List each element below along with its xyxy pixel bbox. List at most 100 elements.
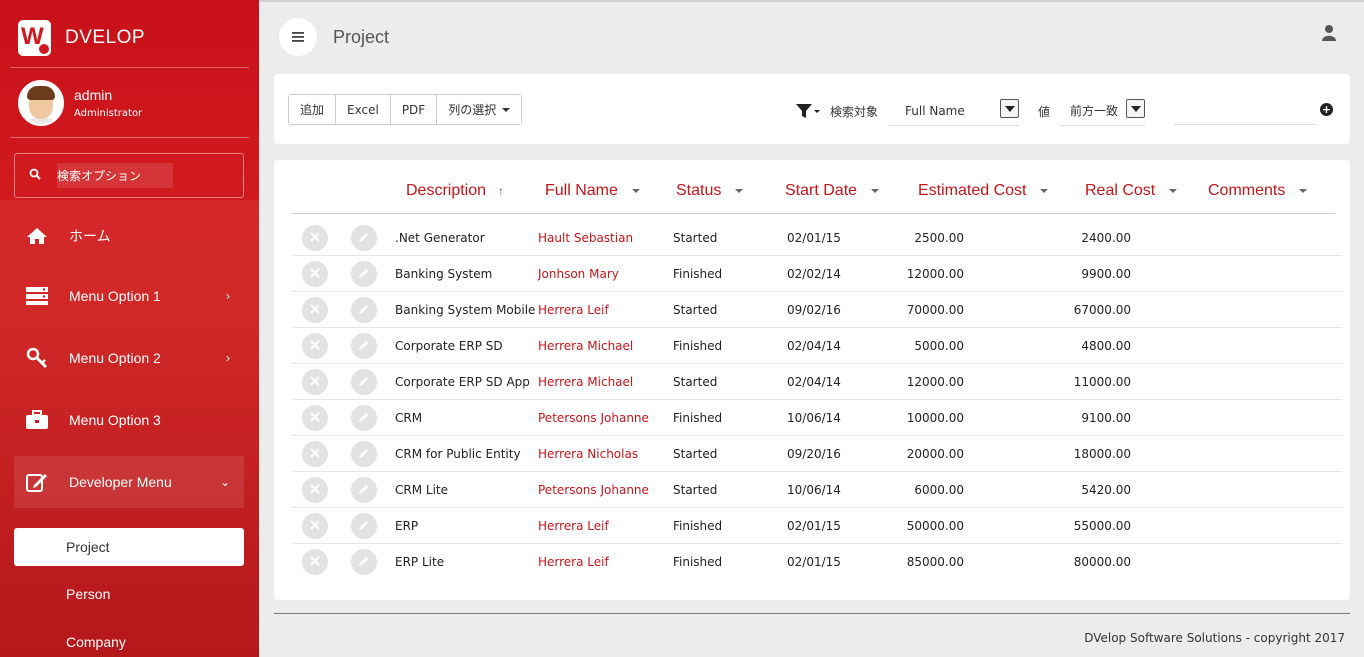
- cell-status: Finished: [673, 267, 723, 281]
- cell-full-name[interactable]: Herrera Nicholas: [538, 447, 638, 461]
- table-row[interactable]: ERP Lite Herrera Leif Finished 02/01/15 8500…: [291, 544, 1342, 580]
- cell-description: Banking System Mobile: [395, 303, 536, 317]
- edit-row-button[interactable]: [351, 549, 377, 575]
- delete-row-button[interactable]: [302, 441, 328, 467]
- sidebar-search-input[interactable]: 検索オプション: [14, 153, 244, 198]
- delete-row-button[interactable]: [302, 513, 328, 539]
- column-header-status[interactable]: Status: [676, 182, 744, 200]
- user-profile[interactable]: admin Administrator: [18, 80, 142, 126]
- sidebar-item-menu-option-3[interactable]: Menu Option 3: [14, 394, 244, 446]
- search-field-select[interactable]: Full Name: [889, 96, 1020, 126]
- column-select-button[interactable]: 列の選択: [437, 95, 522, 124]
- search-target-label: 検索対象: [830, 104, 879, 119]
- table-row[interactable]: Banking System Jonhson Mary Finished 02/02/…: [291, 256, 1342, 292]
- cell-full-name[interactable]: Herrera Leif: [538, 555, 609, 569]
- cell-description: CRM: [395, 411, 423, 425]
- column-header-real-cost[interactable]: Real Cost: [1085, 182, 1178, 200]
- cell-full-name[interactable]: Herrera Michael: [538, 375, 633, 389]
- edit-row-button[interactable]: [351, 477, 377, 503]
- column-header-full-name[interactable]: Full Name: [545, 182, 640, 200]
- edit-row-button[interactable]: [351, 225, 377, 251]
- delete-row-button[interactable]: [302, 261, 328, 287]
- add-filter-icon[interactable]: +: [1320, 103, 1333, 116]
- close-icon: [309, 339, 321, 354]
- filter-icon[interactable]: [796, 103, 820, 119]
- edit-row-button[interactable]: [351, 441, 377, 467]
- edit-row-button[interactable]: [351, 369, 377, 395]
- sidebar-subitem-project[interactable]: Project: [14, 528, 244, 566]
- pencil-icon: [358, 483, 370, 498]
- column-header-estimated-cost[interactable]: Estimated Cost: [918, 182, 1049, 200]
- close-icon: [309, 411, 321, 426]
- key-icon: [24, 347, 50, 369]
- dropdown-icon: [871, 189, 880, 193]
- sidebar-item-home[interactable]: ホーム: [14, 210, 244, 262]
- table-row[interactable]: Corporate ERP SD Herrera Michael Finished 0…: [291, 328, 1342, 364]
- cell-full-name[interactable]: Herrera Leif: [538, 303, 609, 317]
- delete-row-button[interactable]: [302, 225, 328, 251]
- avatar: [18, 80, 64, 126]
- column-header-comments[interactable]: Comments: [1208, 182, 1308, 200]
- pdf-button[interactable]: PDF: [390, 95, 438, 124]
- cell-real-cost: 9900.00: [1081, 267, 1131, 281]
- cell-description: .Net Generator: [395, 231, 485, 245]
- sidebar-item-menu-option-2[interactable]: Menu Option 2 ›: [14, 332, 244, 384]
- sidebar-subitem-person[interactable]: Person: [14, 575, 244, 613]
- cell-full-name[interactable]: Herrera Leif: [538, 519, 609, 533]
- user-role: Administrator: [74, 108, 143, 119]
- cell-full-name[interactable]: Jonhson Mary: [538, 267, 619, 281]
- edit-row-button[interactable]: [351, 513, 377, 539]
- action-button-group: 追加 Excel PDF 列の選択: [288, 94, 523, 125]
- delete-row-button[interactable]: [302, 369, 328, 395]
- table-row[interactable]: CRM Lite Petersons Johanne Started 10/06/14…: [291, 472, 1342, 508]
- cell-status: Started: [673, 447, 718, 461]
- chevron-down-icon: ⌄: [219, 475, 230, 489]
- sidebar-subitem-company[interactable]: Company: [14, 623, 244, 657]
- pencil-icon: [358, 519, 370, 534]
- cell-start-date: 02/01/15: [787, 519, 841, 533]
- table-row[interactable]: Banking System Mobile Herrera Leif Started…: [291, 292, 1342, 328]
- pencil-icon: [358, 375, 370, 390]
- cell-estimated-cost: 20000.00: [906, 447, 964, 461]
- brand[interactable]: W DVELOP: [18, 20, 145, 56]
- edit-row-button[interactable]: [351, 405, 377, 431]
- dropdown-icon: [1040, 189, 1049, 193]
- cell-status: Finished: [673, 555, 723, 569]
- pencil-icon: [358, 231, 370, 246]
- excel-button[interactable]: Excel: [336, 95, 391, 124]
- delete-row-button[interactable]: [302, 333, 328, 359]
- table-row[interactable]: CRM for Public Entity Herrera Nicholas Sta…: [291, 436, 1342, 472]
- column-header-start-date[interactable]: Start Date: [785, 182, 880, 200]
- cell-full-name[interactable]: Petersons Johanne: [538, 483, 649, 497]
- edit-row-button[interactable]: [351, 333, 377, 359]
- menu-toggle-button[interactable]: [279, 18, 317, 56]
- column-header-description[interactable]: Description ↑: [406, 182, 504, 200]
- cell-full-name[interactable]: Hault Sebastian: [538, 231, 633, 245]
- table-row[interactable]: CRM Petersons Johanne Finished 10/06/14 1000…: [291, 400, 1342, 436]
- cell-full-name[interactable]: Herrera Michael: [538, 339, 633, 353]
- table-row[interactable]: ERP Herrera Leif Finished 02/01/15 50000.00 5…: [291, 508, 1342, 544]
- close-icon: [309, 267, 321, 282]
- edit-row-button[interactable]: [351, 297, 377, 323]
- divider: [10, 67, 249, 68]
- sidebar-item-menu-option-1[interactable]: Menu Option 1 ›: [14, 270, 244, 322]
- dropdown-icon: [631, 189, 640, 193]
- cell-description: CRM for Public Entity: [395, 447, 521, 461]
- user-menu-icon[interactable]: [1322, 24, 1336, 45]
- sidebar-item-developer-menu[interactable]: Developer Menu ⌄: [14, 456, 244, 508]
- add-button[interactable]: 追加: [289, 95, 337, 124]
- edit-row-button[interactable]: [351, 261, 377, 287]
- delete-row-button[interactable]: [302, 297, 328, 323]
- pencil-icon: [358, 339, 370, 354]
- match-mode-select[interactable]: 前方一致: [1059, 96, 1146, 126]
- table-row[interactable]: .Net Generator Hault Sebastian Started 02/0…: [291, 220, 1342, 256]
- filter-value-input[interactable]: [1174, 101, 1316, 125]
- table-row[interactable]: Corporate ERP SD App Herrera Michael Start…: [291, 364, 1342, 400]
- cell-estimated-cost: 12000.00: [906, 375, 964, 389]
- delete-row-button[interactable]: [302, 549, 328, 575]
- delete-row-button[interactable]: [302, 477, 328, 503]
- delete-row-button[interactable]: [302, 405, 328, 431]
- cell-start-date: 02/04/14: [787, 339, 841, 353]
- cell-full-name[interactable]: Petersons Johanne: [538, 411, 649, 425]
- cell-status: Started: [673, 303, 718, 317]
